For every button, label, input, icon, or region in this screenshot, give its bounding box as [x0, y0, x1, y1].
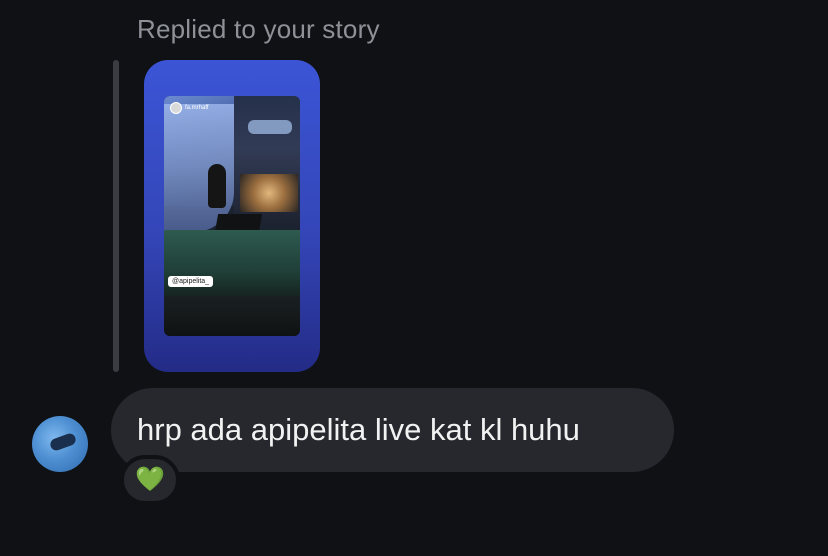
- avatar-diver-figure: [48, 431, 78, 453]
- story-thumbnail[interactable]: fa.mrhaff @apipelita_: [164, 96, 300, 336]
- story-scene-warm-light: [240, 174, 298, 212]
- story-author-username: fa.mrhaff: [185, 105, 209, 111]
- green-heart-icon: 💚: [135, 466, 165, 493]
- sender-avatar[interactable]: [32, 416, 88, 472]
- story-scene-stage: [164, 230, 300, 300]
- replied-to-story-label: Replied to your story: [137, 14, 380, 44]
- message-reaction[interactable]: 💚: [120, 455, 180, 505]
- story-mention-sticker: @apipelita_: [168, 276, 214, 287]
- message-bubble[interactable]: hrp ada apipelita live kat kl huhu: [111, 388, 674, 472]
- story-author-avatar: [170, 102, 182, 114]
- message-text: hrp ada apipelita live kat kl huhu: [137, 412, 580, 447]
- reply-quote-line: [113, 60, 119, 372]
- story-scene-performer: [208, 164, 226, 208]
- story-author: fa.mrhaff: [170, 102, 209, 114]
- story-preview-card[interactable]: fa.mrhaff @apipelita_: [144, 60, 320, 372]
- story-scene-lights: [248, 120, 292, 134]
- story-scene-floor: [164, 296, 300, 336]
